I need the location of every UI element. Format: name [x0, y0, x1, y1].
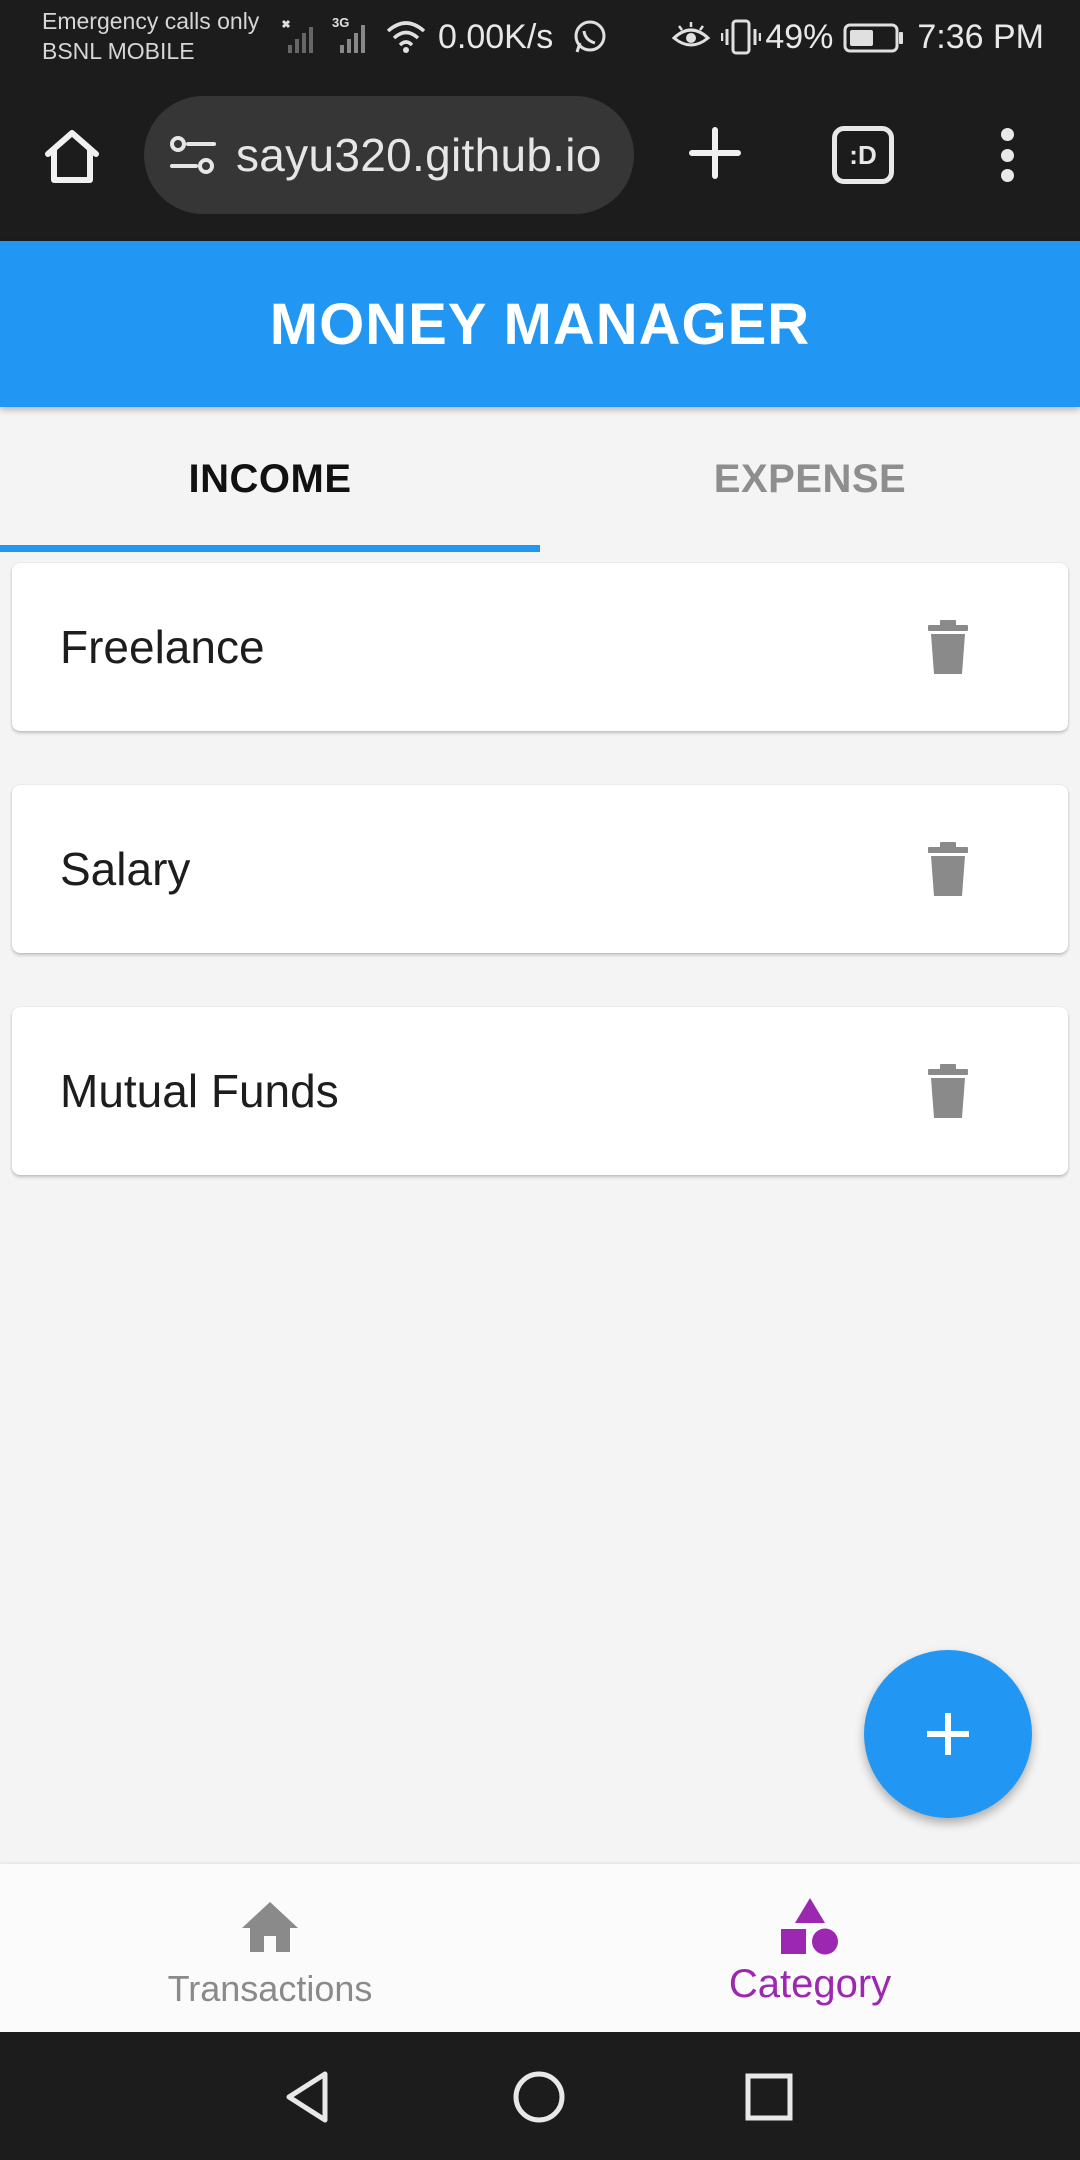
tab-switcher-label: :D	[849, 139, 877, 170]
nav-category[interactable]: Category	[540, 1864, 1080, 2032]
delete-button[interactable]	[912, 616, 984, 678]
category-item: Freelance	[12, 563, 1068, 731]
carrier-line-1: Emergency calls only	[42, 8, 260, 34]
category-item: Salary	[12, 785, 1068, 953]
delete-button[interactable]	[912, 838, 984, 900]
net-speed: 0.00K/s	[438, 17, 554, 56]
recents-icon[interactable]	[734, 2062, 804, 2132]
plus-icon	[927, 1713, 969, 1755]
home-icon	[238, 1896, 302, 1956]
delete-button[interactable]	[912, 1060, 984, 1122]
clock: 7:36 PM	[917, 17, 1044, 56]
wifi-icon	[384, 17, 428, 57]
category-item: Mutual Funds	[12, 1007, 1068, 1175]
menu-dot	[1000, 169, 1014, 182]
network-type-label: 3G	[332, 15, 350, 30]
nav-category-label: Category	[728, 1962, 892, 2006]
whatsapp-icon	[571, 18, 609, 56]
category-name: Salary	[60, 843, 191, 895]
status-bar: Emergency calls only BSNL MOBILE 3G 0.00…	[0, 0, 1080, 76]
tab-indicator	[0, 545, 540, 552]
system-navigation	[0, 2032, 1080, 2160]
address-bar[interactable]: sayu320.github.io	[144, 96, 634, 214]
tab-income[interactable]: INCOME	[0, 407, 540, 552]
add-category-button[interactable]	[864, 1650, 1032, 1818]
app-header: MONEY MANAGER	[0, 241, 1080, 407]
tab-expense[interactable]: EXPENSE	[540, 407, 1080, 552]
signal-no-sim-icon	[280, 17, 320, 57]
category-name: Mutual Funds	[60, 1065, 339, 1117]
browser-toolbar: sayu320.github.io :D	[0, 76, 1080, 241]
carrier-info: Emergency calls only BSNL MOBILE	[42, 6, 259, 66]
browser-home-button[interactable]	[38, 123, 106, 191]
category-name: Freelance	[60, 621, 265, 673]
nav-transactions-label: Transactions	[167, 1968, 373, 2009]
eye-comfort-icon	[671, 20, 711, 54]
back-icon[interactable]	[272, 2062, 342, 2132]
home-icon	[45, 130, 99, 183]
menu-dot	[1000, 128, 1014, 141]
vibrate-icon	[721, 18, 762, 56]
tab-bar: INCOME EXPENSE	[0, 407, 1080, 552]
signal-icons: 3G 0.00K/s	[270, 12, 609, 62]
battery-icon	[843, 20, 905, 54]
page-title: MONEY MANAGER	[269, 291, 811, 357]
trash-icon	[928, 1064, 968, 1118]
trash-icon	[928, 842, 968, 896]
nav-transactions[interactable]: Transactions	[0, 1864, 540, 2032]
status-right: 49% 7:36 PM	[661, 12, 1044, 62]
home-circle-icon[interactable]	[504, 2062, 574, 2132]
signal-3g-icon: 3G	[330, 15, 374, 57]
url-text[interactable]: sayu320.github.io	[236, 96, 602, 214]
carrier-line-2: BSNL MOBILE	[42, 38, 195, 64]
new-tab-button[interactable]	[680, 118, 750, 188]
site-settings-icon[interactable]	[168, 131, 218, 179]
tab-switcher-icon[interactable]: :D	[832, 126, 894, 184]
trash-icon	[928, 620, 968, 674]
plus-icon	[689, 127, 741, 179]
menu-dot	[1000, 148, 1014, 162]
bottom-navigation: Transactions Category	[0, 1864, 1080, 2032]
category-icon	[778, 1896, 842, 1956]
more-vert-icon[interactable]	[982, 120, 1032, 190]
battery-percent: 49%	[765, 17, 834, 56]
